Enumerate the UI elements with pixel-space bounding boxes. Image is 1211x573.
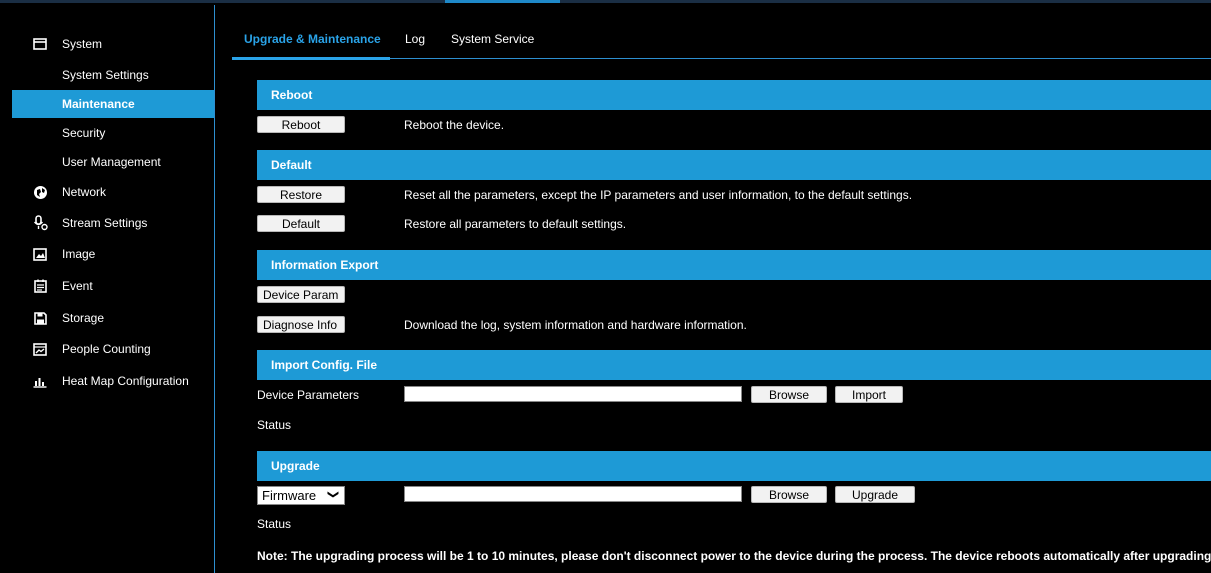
config-file-path-input[interactable] <box>404 386 742 402</box>
default-button[interactable]: Default <box>257 215 345 232</box>
sidebar-item-label: User Management <box>62 155 161 169</box>
tab-system-service[interactable]: System Service <box>451 32 534 46</box>
section-title: Default <box>271 158 312 172</box>
firmware-file-path-input[interactable] <box>404 486 742 502</box>
nav-event[interactable]: Event <box>0 272 214 300</box>
sidebar: System System Settings Maintenance Secur… <box>0 5 214 573</box>
globe-icon <box>32 184 48 200</box>
reboot-section-header: Reboot <box>257 80 1211 110</box>
device-param-button[interactable]: Device Param <box>257 286 345 303</box>
restore-button[interactable]: Restore <box>257 186 345 203</box>
people-counting-icon <box>32 341 48 357</box>
nav-people-counting[interactable]: People Counting <box>0 335 214 363</box>
nav-system[interactable]: System <box>0 30 214 58</box>
import-status-label: Status <box>257 418 292 432</box>
diagnose-description: Download the log, system information and… <box>404 318 747 332</box>
nav-network-label: Network <box>62 185 107 199</box>
default-section-header: Default <box>257 150 1211 180</box>
window-icon <box>32 36 48 52</box>
section-title: Import Config. File <box>271 358 377 372</box>
device-parameters-label: Device Parameters <box>257 388 360 402</box>
nav-system-label: System <box>62 37 103 51</box>
upgrade-status-label: Status <box>257 517 292 531</box>
nav-event-label: Event <box>62 279 93 293</box>
firmware-browse-button[interactable]: Browse <box>751 486 827 503</box>
restore-description: Reset all the parameters, except the IP … <box>404 188 913 202</box>
config-browse-button[interactable]: Browse <box>751 386 827 403</box>
sidebar-item-label: Security <box>62 126 106 140</box>
select-value: Firmware <box>262 488 317 503</box>
bar-chart-icon <box>32 373 48 389</box>
nav-heat-map[interactable]: Heat Map Configuration <box>0 367 214 395</box>
chevron-down-icon: ❯ <box>326 489 339 500</box>
tab-upgrade-maintenance[interactable]: Upgrade & Maintenance <box>244 32 381 46</box>
nav-storage-label: Storage <box>62 311 105 325</box>
section-title: Information Export <box>271 258 379 272</box>
nav-network[interactable]: Network <box>0 178 214 206</box>
diagnose-info-button[interactable]: Diagnose Info <box>257 316 345 333</box>
sidebar-item-user-management[interactable]: User Management <box>12 148 214 176</box>
picture-icon <box>32 246 48 262</box>
upgrade-button[interactable]: Upgrade <box>835 486 915 503</box>
import-section-header: Import Config. File <box>257 350 1211 380</box>
nav-storage[interactable]: Storage <box>0 304 214 332</box>
reboot-description: Reboot the device. <box>404 118 505 132</box>
nav-image-label: Image <box>62 247 96 261</box>
sidebar-item-system-settings[interactable]: System Settings <box>12 61 214 89</box>
sidebar-item-security[interactable]: Security <box>12 119 214 147</box>
tab-active-indicator <box>232 57 390 60</box>
microphone-icon <box>32 215 48 231</box>
upgrade-section-header: Upgrade <box>257 451 1211 481</box>
nav-stream-settings[interactable]: Stream Settings <box>0 209 214 237</box>
top-border <box>0 0 1211 3</box>
nav-stream-label: Stream Settings <box>62 216 148 230</box>
sidebar-item-label: Maintenance <box>62 97 135 111</box>
floppy-icon <box>32 310 48 326</box>
sidebar-divider <box>214 5 215 573</box>
top-accent <box>445 0 560 3</box>
nav-heatmap-label: Heat Map Configuration <box>62 374 189 388</box>
section-title: Upgrade <box>271 459 320 473</box>
calendar-icon <box>32 278 48 294</box>
reboot-button[interactable]: Reboot <box>257 116 345 133</box>
upgrade-note: Note: The upgrading process will be 1 to… <box>257 549 1211 563</box>
section-title: Reboot <box>271 88 313 102</box>
sidebar-item-maintenance[interactable]: Maintenance <box>12 90 214 118</box>
sidebar-item-label: System Settings <box>62 68 149 82</box>
export-section-header: Information Export <box>257 250 1211 280</box>
nav-people-label: People Counting <box>62 342 151 356</box>
nav-image[interactable]: Image <box>0 240 214 268</box>
firmware-type-select[interactable]: Firmware ❯ <box>257 486 345 505</box>
import-button[interactable]: Import <box>835 386 903 403</box>
tab-log[interactable]: Log <box>405 32 425 46</box>
default-description: Restore all parameters to default settin… <box>404 217 627 231</box>
